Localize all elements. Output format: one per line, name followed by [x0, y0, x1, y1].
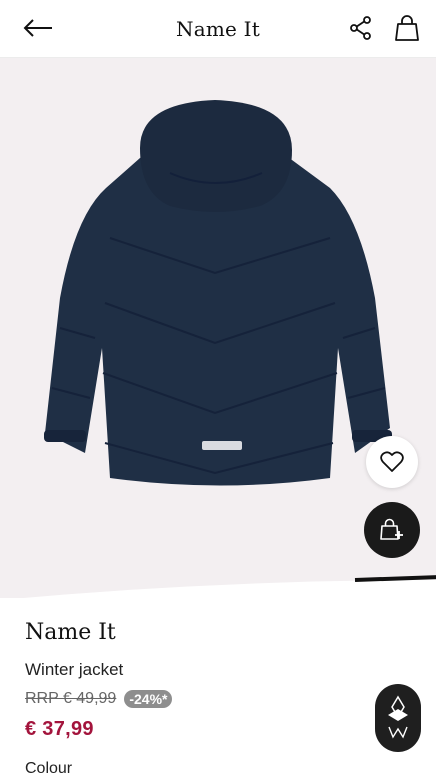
current-price: € 37,99	[25, 718, 94, 740]
heart-icon	[380, 451, 404, 472]
back-button[interactable]	[22, 14, 58, 42]
assistant-button[interactable]	[375, 684, 421, 752]
page-title: Name It	[176, 16, 260, 41]
colour-section-label: Colour	[25, 760, 73, 777]
top-bar: Name It	[0, 0, 436, 58]
discount-badge: -24%*	[124, 690, 173, 708]
product-image-jacket	[44, 100, 392, 486]
assistant-logo-icon	[388, 695, 408, 739]
arrow-left-icon	[23, 19, 52, 37]
product-image-gallery[interactable]	[0, 58, 436, 598]
cart-button[interactable]	[394, 14, 420, 42]
share-button[interactable]	[348, 15, 374, 41]
rrp-price: RRP € 49,99	[25, 690, 117, 707]
product-name: Winter jacket	[25, 660, 124, 679]
product-brand[interactable]: Name It	[25, 620, 116, 645]
shopping-bag-icon	[395, 15, 419, 41]
rrp-row: RRP € 49,99 -24%*	[25, 690, 173, 708]
share-icon	[350, 16, 371, 40]
add-to-cart-button[interactable]	[364, 502, 420, 558]
bag-plus-icon	[380, 518, 403, 540]
favorite-button[interactable]	[366, 436, 418, 488]
